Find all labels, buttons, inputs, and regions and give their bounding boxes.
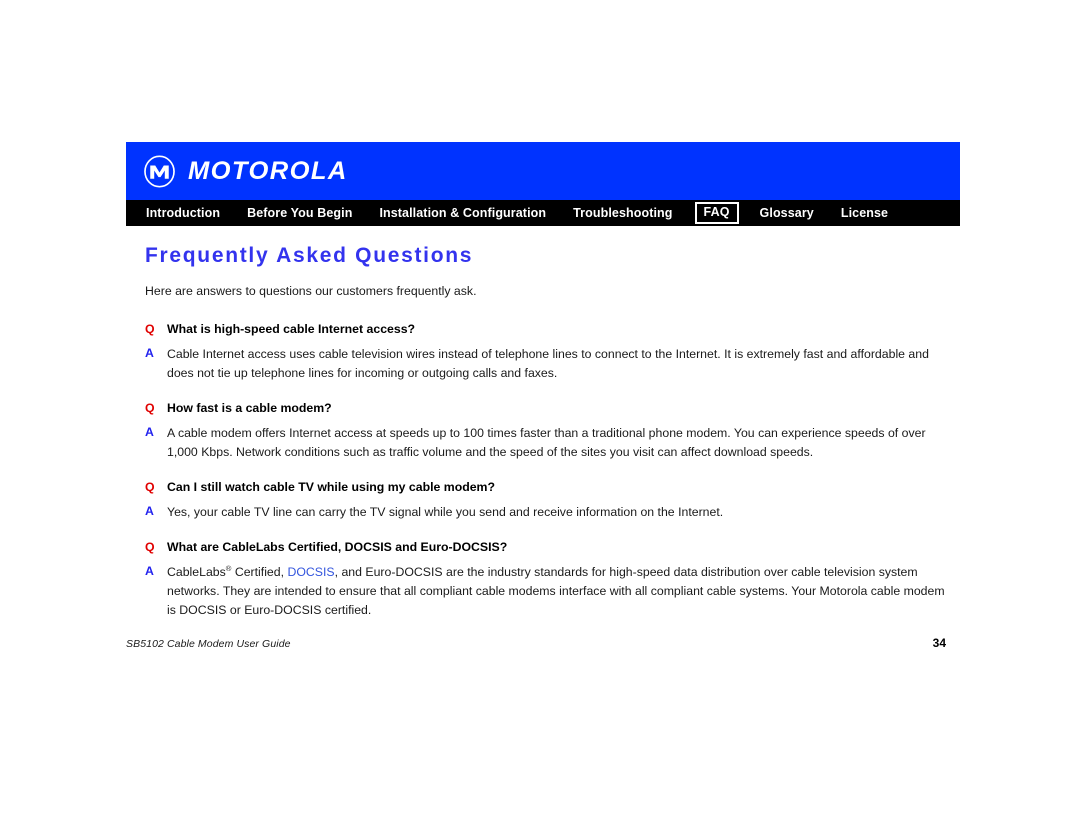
faq-item: Q Can I still watch cable TV while using… [145, 479, 954, 522]
page-footer: SB5102 Cable Modem User Guide 34 [126, 636, 946, 650]
nav-item-installation-and-configuration[interactable]: Installation & Configuration [379, 207, 546, 220]
answer-marker: A [145, 503, 154, 518]
question-marker: Q [145, 321, 155, 336]
answer-segment: Certified, [231, 564, 288, 579]
faq-question-text: What are CableLabs Certified, DOCSIS and… [167, 539, 508, 554]
answer-marker: A [145, 424, 154, 439]
nav-item-license[interactable]: License [841, 207, 888, 220]
intro-paragraph: Here are answers to questions our custom… [145, 284, 477, 299]
brand-logo-group: MOTOROLA [143, 155, 348, 188]
faq-answer-row: A CableLabs® Certified, DOCSIS, and Euro… [145, 563, 954, 620]
faq-question-text: What is high-speed cable Internet access… [167, 321, 416, 336]
motorola-batwing-logo-icon [144, 155, 175, 188]
nav-item-glossary[interactable]: Glossary [760, 207, 814, 220]
faq-answer-text: A cable modem offers Internet access at … [167, 425, 926, 459]
nav-item-introduction[interactable]: Introduction [146, 207, 220, 220]
document-page: MOTOROLA Introduction Before You Begin I… [126, 142, 960, 637]
faq-question-row: Q How fast is a cable modem? [145, 400, 954, 417]
faq-answer-text: Cable Internet access uses cable televis… [167, 346, 929, 380]
faq-item: Q What is high-speed cable Internet acce… [145, 321, 954, 383]
question-marker: Q [145, 539, 155, 554]
docsis-link[interactable]: DOCSIS [287, 565, 334, 579]
page-content: Frequently Asked Questions Here are answ… [126, 226, 960, 620]
faq-question-row: Q What are CableLabs Certified, DOCSIS a… [145, 539, 954, 556]
faq-item: Q How fast is a cable modem? A A cable m… [145, 400, 954, 462]
faq-answer-row: A A cable modem offers Internet access a… [145, 424, 954, 462]
page-title: Frequently Asked Questions [145, 244, 474, 267]
footer-page-number: 34 [932, 636, 946, 650]
header-banner: MOTOROLA [126, 142, 960, 200]
question-marker: Q [145, 400, 155, 415]
faq-answer-row: A Cable Internet access uses cable telev… [145, 345, 954, 383]
nav-item-before-you-begin[interactable]: Before You Begin [247, 207, 352, 220]
faq-question-row: Q Can I still watch cable TV while using… [145, 479, 954, 496]
faq-question-text: Can I still watch cable TV while using m… [167, 479, 495, 494]
faq-answer-text: Yes, your cable TV line can carry the TV… [167, 504, 724, 519]
answer-marker: A [145, 345, 154, 360]
faq-answer-row: A Yes, your cable TV line can carry the … [145, 503, 954, 522]
motorola-wordmark: MOTOROLA [188, 157, 348, 185]
nav-item-troubleshooting[interactable]: Troubleshooting [573, 207, 672, 220]
faq-item: Q What are CableLabs Certified, DOCSIS a… [145, 539, 954, 620]
faq-question-text: How fast is a cable modem? [167, 400, 332, 415]
faq-answer-text: CableLabs® Certified, DOCSIS, and Euro-D… [167, 563, 954, 620]
answer-marker: A [145, 563, 154, 578]
nav-item-faq[interactable]: FAQ [694, 202, 739, 224]
footer-document-title: SB5102 Cable Modem User Guide [126, 638, 291, 650]
cablelabs-label: CableLabs [167, 564, 226, 579]
faq-question-row: Q What is high-speed cable Internet acce… [145, 321, 954, 338]
question-marker: Q [145, 479, 155, 494]
section-navigation-bar: Introduction Before You Begin Installati… [126, 200, 960, 226]
